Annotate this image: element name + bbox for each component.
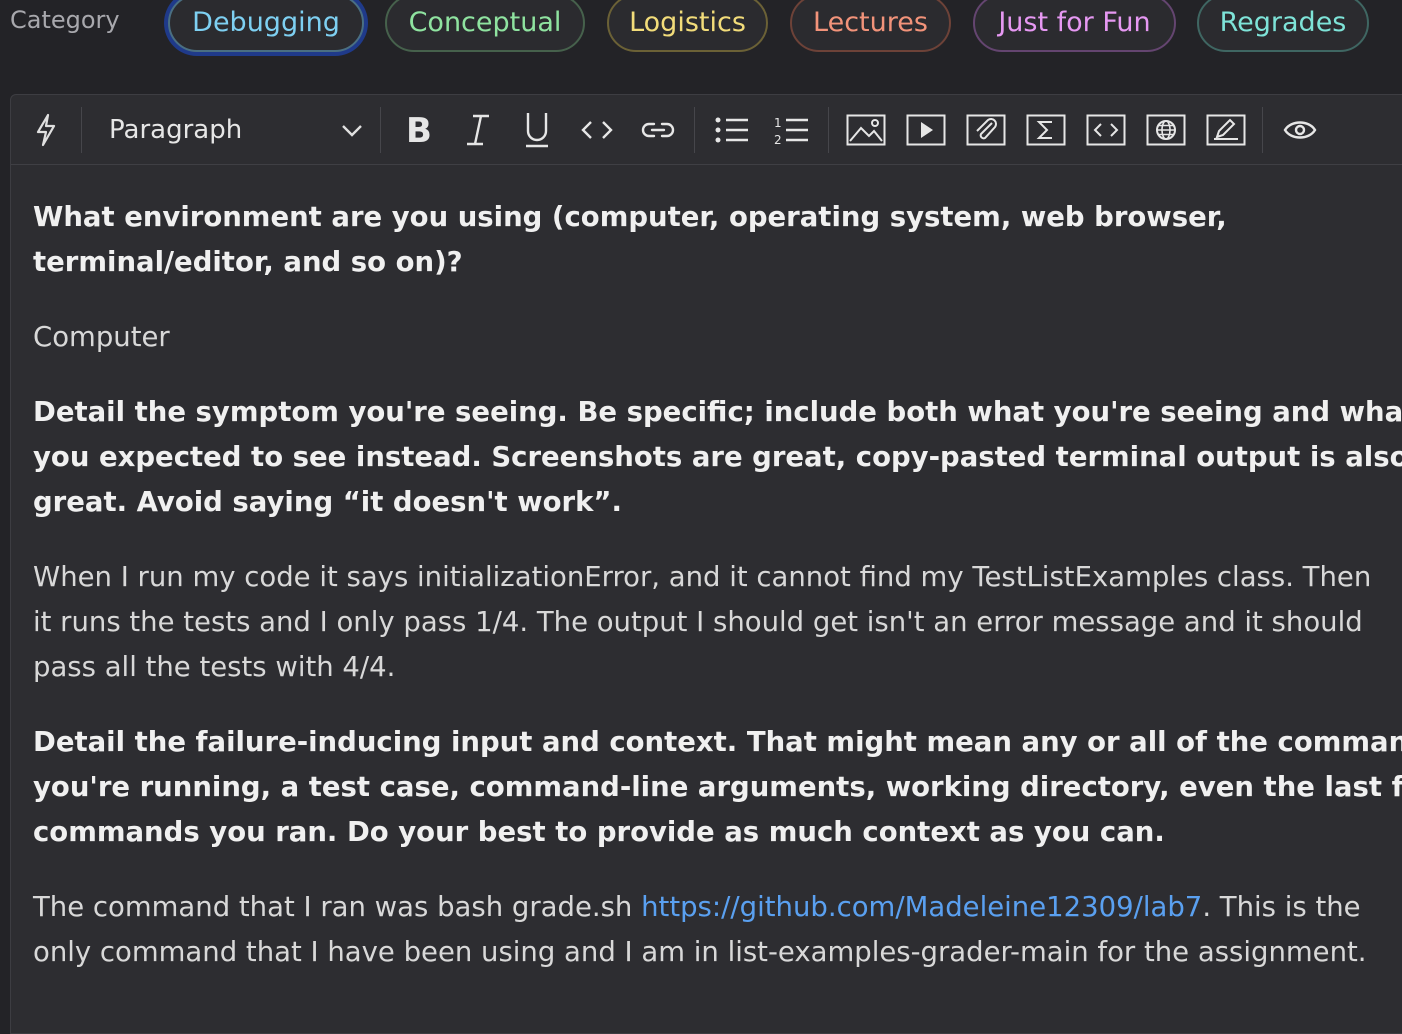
category-logistics[interactable]: Logistics xyxy=(607,0,768,52)
toolbar-separator xyxy=(828,107,829,153)
bold-icon[interactable]: B xyxy=(399,110,437,150)
chevron-down-icon xyxy=(340,118,364,142)
attachment-icon[interactable] xyxy=(965,110,1007,150)
lightning-icon[interactable] xyxy=(29,110,63,150)
category-label: Category xyxy=(10,6,120,34)
svg-text:1: 1 xyxy=(774,116,782,130)
bullet-list-icon[interactable] xyxy=(711,110,753,150)
category-conceptual[interactable]: Conceptual xyxy=(385,0,585,52)
category-row: Category Debugging Conceptual Logistics … xyxy=(0,0,1402,56)
repo-link[interactable]: https://github.com/Madeleine12309/lab7 xyxy=(641,891,1202,923)
web-embed-icon[interactable] xyxy=(1145,110,1187,150)
post-editor: Paragraph B 12 What environment are you … xyxy=(10,94,1402,1034)
math-icon[interactable] xyxy=(1025,110,1067,150)
category-just-for-fun[interactable]: Just for Fun xyxy=(973,0,1176,52)
paragraph-style-value: Paragraph xyxy=(109,115,243,145)
question-context: Detail the failure-inducing input and co… xyxy=(33,726,1402,848)
question-symptom: Detail the symptom you're seeing. Be spe… xyxy=(33,396,1402,518)
drawing-icon[interactable] xyxy=(1205,110,1247,150)
category-regrades[interactable]: Regrades xyxy=(1197,0,1369,52)
question-environment: What environment are you using (computer… xyxy=(33,201,1227,278)
category-debugging[interactable]: Debugging xyxy=(168,0,364,52)
underline-icon[interactable] xyxy=(519,110,555,150)
answer-context: The command that I ran was bash grade.sh… xyxy=(33,891,1367,968)
link-icon[interactable] xyxy=(637,110,679,150)
image-icon[interactable] xyxy=(845,110,887,150)
toolbar-separator xyxy=(1262,107,1263,153)
preview-icon[interactable] xyxy=(1281,110,1319,150)
svg-text:B: B xyxy=(406,113,432,147)
video-icon[interactable] xyxy=(905,110,947,150)
answer-environment: Computer xyxy=(33,321,170,353)
paragraph-style-select[interactable]: Paragraph xyxy=(109,108,364,152)
editor-toolbar: Paragraph B 12 xyxy=(11,95,1402,165)
toolbar-separator xyxy=(81,107,82,153)
editor-content[interactable]: What environment are you using (computer… xyxy=(33,195,1402,1005)
answer-symptom: When I run my code it says initializatio… xyxy=(33,561,1372,683)
category-lectures[interactable]: Lectures xyxy=(790,0,951,52)
toolbar-separator xyxy=(380,107,381,153)
code-block-icon[interactable] xyxy=(1085,110,1127,150)
numbered-list-icon[interactable]: 12 xyxy=(771,110,813,150)
code-icon[interactable] xyxy=(579,110,615,150)
toolbar-separator xyxy=(694,107,695,153)
svg-text:2: 2 xyxy=(774,133,782,146)
italic-icon[interactable] xyxy=(461,110,495,150)
